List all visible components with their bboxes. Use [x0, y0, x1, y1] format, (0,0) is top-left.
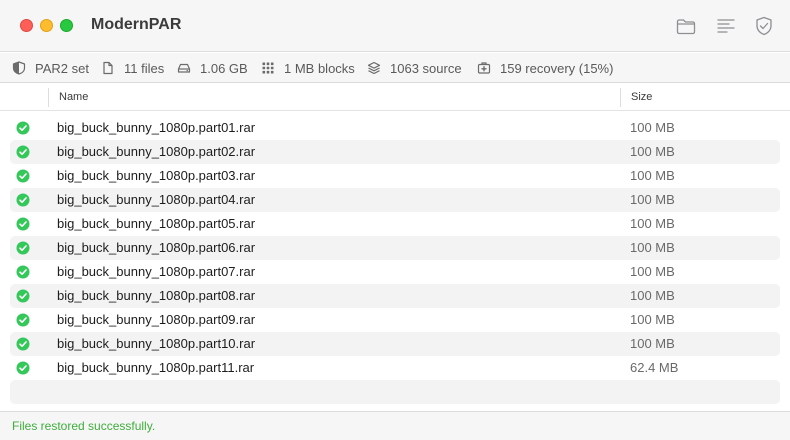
file-table-header: Name Size	[0, 84, 790, 111]
column-header-name[interactable]: Name	[59, 84, 88, 111]
checkmark-circle-icon	[16, 313, 30, 327]
table-row[interactable]: big_buck_bunny_1080p.part10.rar 100 MB	[10, 332, 780, 356]
file-size: 100 MB	[630, 120, 675, 135]
file-size: 100 MB	[630, 168, 675, 183]
checkmark-circle-icon	[16, 217, 30, 231]
checkmark-circle-icon	[16, 265, 30, 279]
file-name: big_buck_bunny_1080p.part01.rar	[57, 120, 256, 135]
total-size-info: 1.06 GB	[177, 53, 248, 83]
close-window-button[interactable]	[20, 19, 33, 32]
par-info-bar: PAR2 set 11 files 1.06 GB 1 MB blocks 10…	[0, 53, 790, 83]
block-size-info: 1 MB blocks	[261, 53, 355, 83]
file-name: big_buck_bunny_1080p.part11.rar	[57, 360, 255, 375]
file-size: 100 MB	[630, 192, 675, 207]
file-name: big_buck_bunny_1080p.part07.rar	[57, 264, 256, 279]
file-size: 100 MB	[630, 216, 675, 231]
table-row[interactable]: big_buck_bunny_1080p.part08.rar 100 MB	[10, 284, 780, 308]
file-name: big_buck_bunny_1080p.part03.rar	[57, 168, 256, 183]
document-icon	[103, 61, 113, 75]
par-set-info: PAR2 set	[12, 53, 89, 83]
checkmark-circle-icon	[16, 193, 30, 207]
file-count-label: 11 files	[124, 60, 165, 76]
drive-icon	[177, 63, 191, 73]
recovery-blocks-info: 159 recovery (15%)	[477, 53, 613, 83]
file-name: big_buck_bunny_1080p.part04.rar	[57, 192, 256, 207]
file-size: 100 MB	[630, 264, 675, 279]
block-size-label: 1 MB blocks	[284, 60, 355, 76]
file-size: 62.4 MB	[630, 360, 679, 375]
file-size: 100 MB	[630, 336, 675, 351]
checkmark-circle-icon	[16, 121, 30, 135]
checkmark-circle-icon	[16, 145, 30, 159]
file-size: 100 MB	[630, 144, 675, 159]
table-row[interactable]: big_buck_bunny_1080p.part11.rar 62.4 MB	[10, 356, 780, 380]
file-size: 100 MB	[630, 312, 675, 327]
table-row[interactable]: big_buck_bunny_1080p.part09.rar 100 MB	[10, 308, 780, 332]
file-name: big_buck_bunny_1080p.part10.rar	[57, 336, 256, 351]
column-separator	[620, 88, 621, 107]
layers-icon	[367, 61, 381, 75]
file-name: big_buck_bunny_1080p.part02.rar	[57, 144, 256, 159]
checkmark-circle-icon	[16, 337, 30, 351]
table-row[interactable]: big_buck_bunny_1080p.part01.rar 100 MB	[10, 116, 780, 140]
table-row[interactable]: big_buck_bunny_1080p.part07.rar 100 MB	[10, 260, 780, 284]
checkmark-circle-icon	[16, 361, 30, 375]
table-row[interactable]: big_buck_bunny_1080p.part06.rar 100 MB	[10, 236, 780, 260]
file-name: big_buck_bunny_1080p.part08.rar	[57, 288, 256, 303]
checkmark-circle-icon	[16, 241, 30, 255]
list-icon[interactable]	[715, 15, 737, 37]
checkmark-circle-icon	[16, 169, 30, 183]
maximize-window-button[interactable]	[60, 19, 73, 32]
source-blocks-label: 1063 source	[390, 60, 462, 76]
table-row[interactable]: big_buck_bunny_1080p.part03.rar 100 MB	[10, 164, 780, 188]
column-header-size[interactable]: Size	[631, 84, 652, 111]
file-size: 100 MB	[630, 240, 675, 255]
total-size-label: 1.06 GB	[200, 60, 248, 76]
file-name: big_buck_bunny_1080p.part06.rar	[57, 240, 256, 255]
table-row[interactable]: big_buck_bunny_1080p.part02.rar 100 MB	[10, 140, 780, 164]
file-name: big_buck_bunny_1080p.part05.rar	[57, 216, 256, 231]
title-bar: ModernPAR	[0, 0, 790, 52]
grid-icon	[262, 62, 274, 74]
file-name: big_buck_bunny_1080p.part09.rar	[57, 312, 256, 327]
medical-kit-icon	[477, 62, 491, 74]
recovery-blocks-label: 159 recovery (15%)	[500, 60, 614, 76]
status-message: Files restored successfully.	[12, 419, 156, 433]
file-table: big_buck_bunny_1080p.part01.rar 100 MB big…	[10, 116, 780, 404]
par-set-label: PAR2 set	[35, 60, 89, 76]
minimize-window-button[interactable]	[40, 19, 53, 32]
folder-icon[interactable]	[675, 15, 697, 37]
empty-row	[10, 380, 780, 404]
column-separator	[48, 88, 49, 107]
status-bar: Files restored successfully.	[0, 411, 790, 440]
table-row[interactable]: big_buck_bunny_1080p.part04.rar 100 MB	[10, 188, 780, 212]
shield-half-icon	[12, 61, 26, 75]
file-size: 100 MB	[630, 288, 675, 303]
file-count-info: 11 files	[101, 53, 164, 83]
shield-check-icon[interactable]	[753, 15, 775, 37]
checkmark-circle-icon	[16, 289, 30, 303]
app-window: ModernPAR PAR2 set 11 files 1.06 GB 1 MB…	[0, 0, 790, 440]
table-row[interactable]: big_buck_bunny_1080p.part05.rar 100 MB	[10, 212, 780, 236]
window-title: ModernPAR	[91, 16, 182, 33]
source-blocks-info: 1063 source	[367, 53, 462, 83]
